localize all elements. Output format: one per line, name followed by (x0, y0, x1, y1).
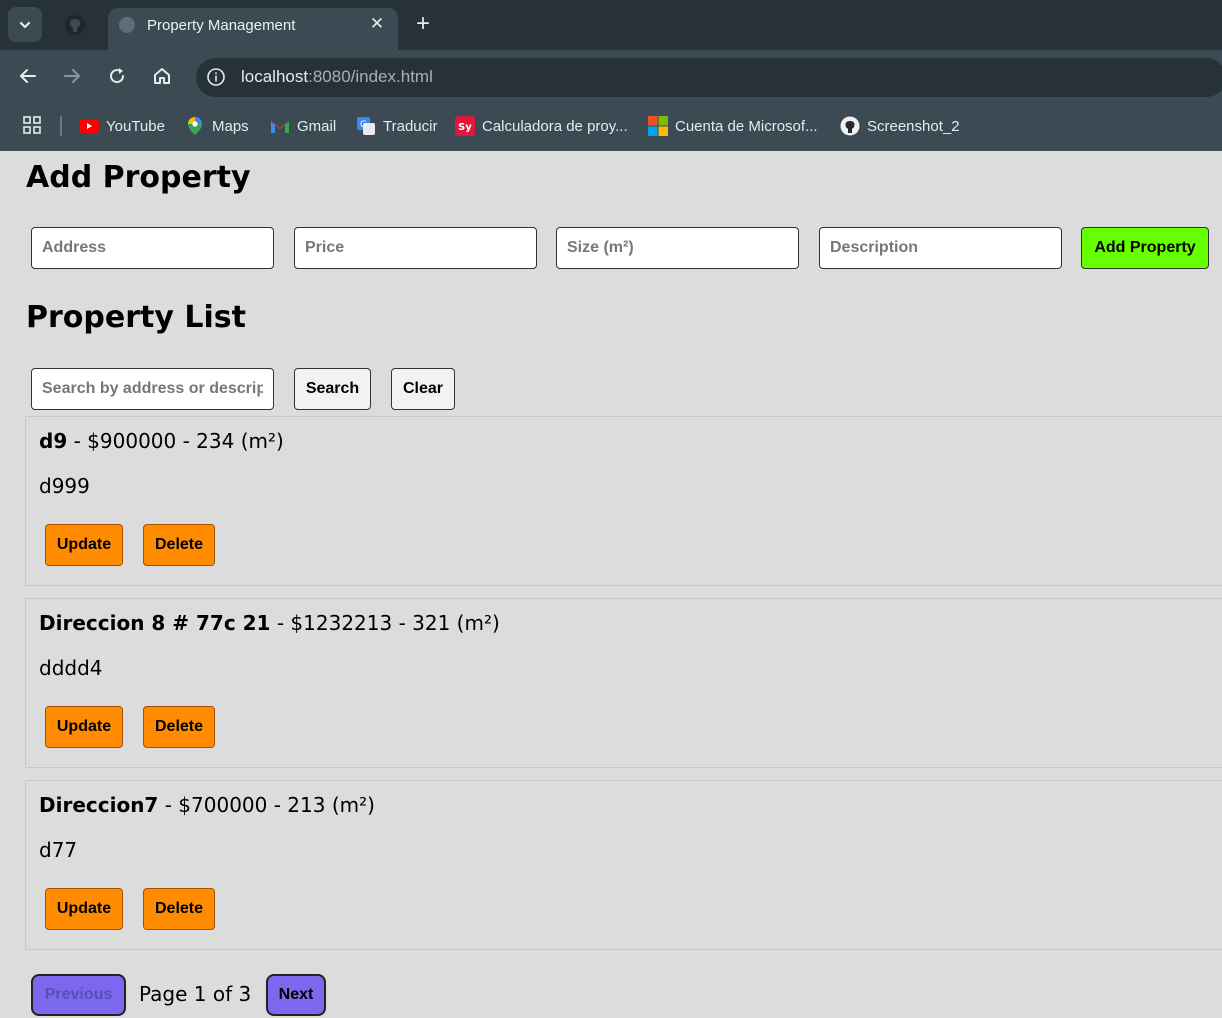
svg-text:Sy: Sy (458, 122, 472, 133)
microsoft-icon (648, 116, 668, 136)
github-icon (840, 116, 860, 136)
url-host: localhost (241, 67, 309, 86)
previous-page-button[interactable]: Previous (31, 974, 126, 1016)
globe-icon (119, 17, 135, 33)
size-field[interactable] (556, 227, 799, 269)
property-title: Direccion 8 # 77c 21 - $1232213 - 321 (m… (39, 611, 500, 635)
delete-button[interactable]: Delete (143, 888, 215, 930)
update-button[interactable]: Update (45, 706, 123, 748)
chevron-down-icon (19, 21, 31, 28)
delete-button[interactable]: Delete (143, 706, 215, 748)
reload-icon (110, 68, 125, 84)
tab-title: Property Management (147, 17, 296, 34)
close-tab-icon[interactable]: ✕ (366, 13, 388, 35)
delete-button[interactable]: Delete (143, 524, 215, 566)
property-description: dddd4 (39, 656, 103, 680)
site-info-icon[interactable] (206, 67, 226, 87)
property-card: Direccion7 - $700000 - 213 (m²) d77 Upda… (25, 780, 1222, 950)
property-address: d9 (39, 429, 68, 453)
add-property-button[interactable]: Add Property (1081, 227, 1209, 269)
youtube-icon (79, 116, 99, 136)
bookmark-label: Maps (212, 117, 249, 135)
property-details: - $1232213 - 321 (m²) (270, 611, 500, 635)
url-text[interactable]: localhost:8080/index.html (241, 67, 433, 87)
active-tab[interactable]: Property Management ✕ (108, 8, 398, 50)
maps-icon (185, 116, 205, 136)
translate-icon: G (356, 116, 376, 136)
bookmark-screenshot[interactable]: Screenshot_2 (840, 115, 960, 137)
forward-arrow-icon (64, 69, 80, 83)
new-tab-button[interactable]: + (410, 11, 436, 37)
bookmark-calculadora[interactable]: Sy Calculadora de proy... (455, 115, 628, 137)
pinned-tab-github[interactable] (60, 10, 90, 40)
property-address: Direccion 8 # 77c 21 (39, 611, 271, 635)
bookmark-label: Screenshot_2 (867, 117, 960, 135)
page-indicator: Page 1 of 3 (139, 982, 252, 1006)
clear-button[interactable]: Clear (391, 368, 455, 410)
home-icon (154, 68, 170, 84)
next-page-button[interactable]: Next (266, 974, 326, 1016)
property-description: d77 (39, 838, 78, 862)
forward-button[interactable] (59, 63, 85, 89)
apps-grid-icon[interactable] (23, 116, 41, 134)
bookmark-translate[interactable]: G Traducir (356, 115, 437, 137)
back-button[interactable] (15, 63, 41, 89)
bookmark-gmail[interactable]: Gmail (270, 115, 336, 137)
github-icon (65, 15, 85, 35)
address-bar[interactable]: localhost:8080/index.html (196, 58, 1222, 97)
bookmark-label: YouTube (106, 117, 165, 135)
search-input[interactable] (31, 368, 274, 410)
search-button[interactable]: Search (294, 368, 371, 410)
price-field[interactable] (294, 227, 537, 269)
update-button[interactable]: Update (45, 524, 123, 566)
property-description: d999 (39, 474, 90, 498)
property-card: d9 - $900000 - 234 (m²) d999 Update Dele… (25, 416, 1222, 586)
bookmark-label: Cuenta de Microsof... (675, 117, 818, 135)
description-field[interactable] (819, 227, 1062, 269)
property-list-heading: Property List (26, 300, 246, 335)
bookmark-label: Traducir (383, 117, 438, 135)
url-path: :8080/index.html (308, 67, 433, 86)
browser-toolbar: localhost:8080/index.html (0, 50, 1222, 102)
bookmark-label: Gmail (297, 117, 337, 135)
property-title: Direccion7 - $700000 - 213 (m²) (39, 793, 375, 817)
bookmarks-bar: YouTube Maps Gmail G Traducir Sy Calcula… (0, 102, 1222, 151)
bookmark-youtube[interactable]: YouTube (79, 115, 165, 137)
property-address: Direccion7 (39, 793, 159, 817)
bookmark-microsoft[interactable]: Cuenta de Microsof... (648, 115, 818, 137)
add-property-heading: Add Property (26, 160, 251, 195)
property-details: - $700000 - 213 (m²) (158, 793, 375, 817)
home-button[interactable] (149, 63, 175, 89)
reload-button[interactable] (104, 63, 130, 89)
browser-tab-strip: Property Management ✕ + (0, 0, 1222, 50)
bookmark-label: Calculadora de proy... (482, 117, 628, 135)
tab-search-button[interactable] (8, 7, 42, 42)
back-arrow-icon (20, 69, 36, 83)
property-details: - $900000 - 234 (m²) (67, 429, 284, 453)
svg-text:G: G (360, 120, 367, 130)
bookmarks-separator (60, 116, 62, 136)
gmail-icon (270, 116, 290, 136)
property-card: Direccion 8 # 77c 21 - $1232213 - 321 (m… (25, 598, 1222, 768)
address-field[interactable] (31, 227, 274, 269)
property-title: d9 - $900000 - 234 (m²) (39, 429, 284, 453)
update-button[interactable]: Update (45, 888, 123, 930)
sy-icon: Sy (455, 116, 475, 136)
bookmark-maps[interactable]: Maps (185, 115, 249, 137)
